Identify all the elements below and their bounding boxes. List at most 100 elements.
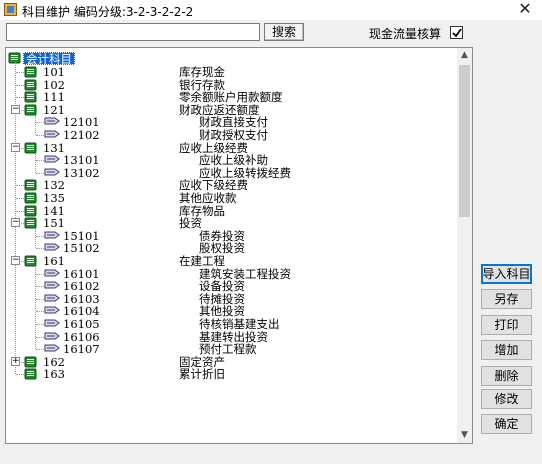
delete-button[interactable]: 删除 <box>481 366 532 386</box>
pen-icon <box>44 116 60 128</box>
collapse-icon[interactable]: − <box>11 218 20 228</box>
collapse-icon[interactable]: − <box>11 104 20 114</box>
tree-leaf[interactable]: 16104 其他投资 <box>6 305 458 317</box>
tree-leaf[interactable]: 13102 应收上级转拨经费 <box>6 167 458 179</box>
tree-connector <box>35 152 36 173</box>
tree-node[interactable]: − 131 应收上级经费 <box>6 142 458 154</box>
account-code: 13101 <box>63 153 100 168</box>
account-name: 应收上级补助 <box>199 153 268 168</box>
tree-leaf[interactable]: 13101 应收上级补助 <box>6 154 458 166</box>
scroll-down-icon[interactable]: ▼ <box>457 428 472 443</box>
account-code: 16105 <box>63 317 100 331</box>
window-title: 科目维护 编码分级:3-2-3-2-2-2 <box>22 5 194 19</box>
tree-connector <box>36 349 44 351</box>
account-name: 固定资产 <box>179 354 225 369</box>
tree-connector <box>36 135 44 136</box>
tree-leaf[interactable]: 16105 待核销基建支出 <box>6 318 458 330</box>
account-name: 设备投资 <box>199 279 245 294</box>
tree-root-label[interactable]: 会计科目 <box>23 52 75 66</box>
tree-content: 会计科目 101 库存现金 102 银行存款 111 零余额账户用款额度 − 121 财政应返还… <box>6 48 458 443</box>
green-book-icon <box>24 91 38 103</box>
tree-scrollbar[interactable]: ▲ ▼ <box>457 48 472 443</box>
cashflow-checkbox[interactable] <box>450 26 463 39</box>
account-code: 102 <box>43 77 65 92</box>
scroll-thumb[interactable] <box>459 65 470 217</box>
account-code: 141 <box>43 203 65 218</box>
save-as-button[interactable]: 另存 <box>481 289 532 309</box>
account-code: 16107 <box>63 342 100 357</box>
pen-icon <box>44 129 60 141</box>
tree-leaf[interactable]: 16102 设备投资 <box>6 280 458 292</box>
tree-connector <box>16 198 24 199</box>
close-button[interactable]: ✕ <box>514 0 536 19</box>
tree-leaf[interactable]: 16103 待摊投资 <box>6 293 458 305</box>
pen-icon <box>44 268 60 280</box>
tree-connector <box>36 273 44 275</box>
tree-leaf[interactable]: 15101 债券投资 <box>6 230 458 242</box>
pen-icon <box>44 318 60 330</box>
tree-leaf[interactable]: 12102 财政授权支付 <box>6 129 458 141</box>
tree-node[interactable]: − 121 财政应返还额度 <box>6 104 458 116</box>
print-button[interactable]: 打印 <box>481 315 532 335</box>
tree-node[interactable]: 132 应收下级经费 <box>6 179 458 191</box>
account-name: 应收上级转拨经费 <box>199 165 291 180</box>
account-name: 零余额账户用款额度 <box>179 90 283 105</box>
tree-connector <box>36 324 44 325</box>
green-book-icon <box>24 192 38 204</box>
tree-node[interactable]: 111 零余额账户用款额度 <box>6 91 458 103</box>
tree-leaf[interactable]: 16101 建筑安装工程投资 <box>6 268 458 280</box>
edit-button[interactable]: 修改 <box>481 389 532 409</box>
tree-connector <box>16 374 24 376</box>
account-name: 基建转出投资 <box>199 329 268 344</box>
import-accounts-button[interactable]: 导入科目 <box>481 264 532 284</box>
tree-node[interactable]: 163 累计折旧 <box>6 368 458 380</box>
tree-leaf[interactable]: 15102 股权投资 <box>6 242 458 254</box>
tree-node[interactable]: +162 固定资产 <box>6 356 458 368</box>
account-code: 101 <box>43 65 65 79</box>
account-name: 银行存款 <box>179 77 225 92</box>
account-code: 12101 <box>63 115 100 130</box>
tree-leaf[interactable]: 16107 预付工程款 <box>6 343 458 355</box>
account-name: 预付工程款 <box>199 342 257 357</box>
collapse-icon[interactable]: − <box>11 142 20 152</box>
account-tree[interactable]: 会计科目 101 库存现金 102 银行存款 111 零余额账户用款额度 − 121 财政应返还… <box>5 47 473 444</box>
search-button[interactable]: 搜索 <box>264 23 304 41</box>
account-name: 财政应返还额度 <box>179 102 260 117</box>
tree-node[interactable]: − 161 在建工程 <box>6 255 458 267</box>
tree-leaf[interactable]: 16106 基建转出投资 <box>6 331 458 343</box>
tree-connector <box>36 172 44 174</box>
ok-button[interactable]: 确定 <box>481 414 532 434</box>
green-book-icon <box>24 66 38 78</box>
tree-connector <box>36 235 44 237</box>
tree-root[interactable]: 会计科目 <box>6 52 458 66</box>
account-code: 16104 <box>63 304 100 319</box>
tree-connector <box>35 228 36 249</box>
account-code: 131 <box>43 140 65 155</box>
green-book-icon <box>24 179 38 191</box>
tree-node[interactable]: 102 银行存款 <box>6 79 458 91</box>
account-name: 建筑安装工程投资 <box>199 266 291 281</box>
collapse-icon[interactable]: − <box>11 256 20 265</box>
title-bar: 科目维护 编码分级:3-2-3-2-2-2 ✕ <box>0 0 542 20</box>
pen-icon <box>44 280 60 292</box>
account-code: 132 <box>43 178 65 193</box>
expand-icon[interactable]: + <box>11 356 20 366</box>
tree-leaf[interactable]: 12101 财政直接支付 <box>6 116 458 128</box>
account-code: 15102 <box>63 241 100 256</box>
account-name: 债券投资 <box>199 228 245 243</box>
account-name: 待摊投资 <box>199 291 245 306</box>
add-button[interactable]: 增加 <box>481 340 532 360</box>
tree-node[interactable]: 135 其他应收款 <box>6 192 458 204</box>
green-book-icon <box>24 79 38 91</box>
tree-connector <box>35 114 36 135</box>
tree-node[interactable]: − 151 投资 <box>6 217 458 229</box>
account-name: 在建工程 <box>179 254 225 268</box>
tree-connector <box>36 311 44 313</box>
search-input[interactable] <box>6 23 260 41</box>
tree-node[interactable]: 101 库存现金 <box>6 66 458 78</box>
tree-node[interactable]: 141 库存物品 <box>6 205 458 217</box>
scroll-up-icon[interactable]: ▲ <box>457 48 472 63</box>
account-code: 16101 <box>63 266 100 281</box>
account-code: 13102 <box>63 165 100 180</box>
pen-icon <box>44 154 60 166</box>
